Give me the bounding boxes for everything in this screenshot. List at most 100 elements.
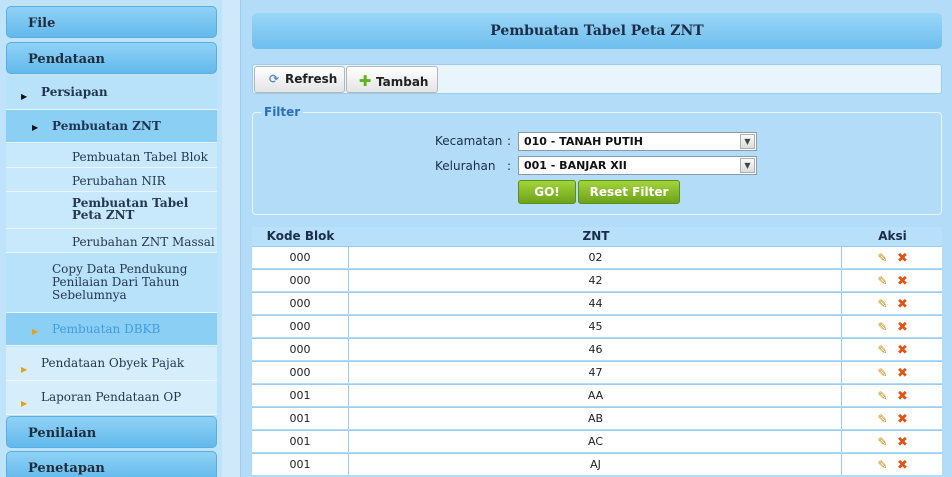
sidebar: File Pendataan ▶ Persiapan ▶ Pembuatan Z… [0,0,222,477]
edit-icon[interactable]: ✎ [876,297,890,311]
table-header: Kode Blok ZNT Aksi [252,227,942,246]
cell-kode-blok: 000 [252,316,349,337]
arrow-right-icon: ▶ [21,399,28,408]
cell-znt: 02 [350,247,842,268]
edit-icon[interactable]: ✎ [876,274,890,288]
sidebar-item-perubahan-nir[interactable]: Perubahan NIR [6,168,217,192]
delete-icon[interactable]: ✖ [896,366,910,381]
cell-znt: 46 [350,339,842,360]
tambah-button[interactable]: ✚ Tambah [346,66,438,93]
table-row: 001 AA ✎ ✖ [252,384,942,406]
header-znt: ZNT [582,229,610,243]
menu-penilaian[interactable]: Penilaian [6,416,217,448]
cell-aksi: ✎ ✖ [843,408,942,429]
table-row: 001 AC ✎ ✖ [252,430,942,452]
delete-icon[interactable]: ✖ [896,274,910,289]
plus-icon: ✚ [358,72,372,90]
table-row: 000 46 ✎ ✖ [252,338,942,360]
tambah-button-label: Tambah [376,75,429,89]
cell-aksi: ✎ ✖ [843,293,942,314]
cell-znt: AC [350,431,842,452]
edit-icon[interactable]: ✎ [876,458,890,472]
sidebar-item-pembuatan-tabel-blok[interactable]: Pembuatan Tabel Blok [6,144,217,168]
arrow-right-icon: ▶ [21,91,28,101]
cell-kode-blok: 000 [252,362,349,383]
submenu-pembuatan-znt-label: Pembuatan ZNT [52,119,161,133]
cell-aksi: ✎ ✖ [843,385,942,406]
submenu-persiapan[interactable]: ▶ Persiapan [6,76,217,110]
cell-aksi: ✎ ✖ [843,270,942,291]
header-kode-blok: Kode Blok [266,229,335,243]
cell-aksi: ✎ ✖ [843,339,942,360]
menu-penetapan[interactable]: Penetapan [6,451,217,477]
cell-kode-blok: 000 [252,339,349,360]
cell-aksi: ✎ ✖ [843,362,942,383]
header-aksi: Aksi [878,229,907,243]
submenu-laporan-pendataan-op-label: Laporan Pendataan OP [41,390,182,404]
refresh-button[interactable]: ⟳ Refresh [254,66,345,93]
menu-pendataan[interactable]: Pendataan [6,42,217,74]
menu-file[interactable]: File [6,6,217,38]
delete-icon[interactable]: ✖ [896,458,910,473]
edit-icon[interactable]: ✎ [876,251,890,265]
kecamatan-colon: : [507,134,512,148]
cell-kode-blok: 000 [252,293,349,314]
sidebar-item-pembuatan-tabel-peta-znt[interactable]: Pembuatan Tabel Peta ZNT [6,192,217,229]
table-row: 000 42 ✎ ✖ [252,269,942,291]
go-button[interactable]: GO! [518,180,576,204]
cell-kode-blok: 001 [252,431,349,452]
table-row: 001 AB ✎ ✖ [252,407,942,429]
kelurahan-value: 001 - BANJAR XII [524,159,627,172]
cell-znt: 42 [350,270,842,291]
main-panel: Pembuatan Tabel Peta ZNT ⟳ Refresh ✚ Tamba… [240,0,952,477]
edit-icon[interactable]: ✎ [876,389,890,403]
refresh-icon: ⟳ [268,72,280,86]
kelurahan-label: Kelurahan [435,159,496,173]
table-row: 000 02 ✎ ✖ [252,246,942,268]
delete-icon[interactable]: ✖ [896,320,910,335]
cell-znt: AJ [350,454,842,475]
filter-panel: Filter Kecamatan : 010 - TANAH PUTIH ▼ K… [252,105,942,215]
cell-aksi: ✎ ✖ [843,316,942,337]
delete-icon[interactable]: ✖ [896,297,910,312]
table-row: 000 47 ✎ ✖ [252,361,942,383]
filter-legend: Filter [261,105,304,119]
delete-icon[interactable]: ✖ [896,435,910,450]
table-row: 001 AJ ✎ ✖ [252,453,942,475]
edit-icon[interactable]: ✎ [876,435,890,449]
refresh-button-label: Refresh [285,72,338,86]
sidebar-item-copy-data[interactable]: Copy Data Pendukung Penilaian Dari Tahun… [6,253,217,313]
cell-aksi: ✎ ✖ [843,247,942,268]
submenu-pendataan-obyek-pajak-label: Pendataan Obyek Pajak [41,356,185,370]
cell-kode-blok: 001 [252,454,349,475]
toolbar: ⟳ Refresh ✚ Tambah [252,64,942,94]
kelurahan-select[interactable]: 001 - BANJAR XII ▼ [518,156,757,175]
submenu-pendataan-obyek-pajak[interactable]: ▶ Pendataan Obyek Pajak [6,347,217,381]
sidebar-item-perubahan-znt-massal[interactable]: Perubahan ZNT Massal [6,229,217,253]
chevron-down-icon: ▼ [740,158,755,173]
edit-icon[interactable]: ✎ [876,412,890,426]
submenu-pembuatan-dbkb-label: Pembuatan DBKB [52,322,161,336]
delete-icon[interactable]: ✖ [896,251,910,266]
cell-znt: 45 [350,316,842,337]
edit-icon[interactable]: ✎ [876,343,890,357]
edit-icon[interactable]: ✎ [876,366,890,380]
cell-znt: 47 [350,362,842,383]
table-row: 000 45 ✎ ✖ [252,315,942,337]
delete-icon[interactable]: ✖ [896,389,910,404]
kecamatan-select[interactable]: 010 - TANAH PUTIH ▼ [518,132,757,151]
submenu-laporan-pendataan-op[interactable]: ▶ Laporan Pendataan OP [6,381,217,415]
cell-kode-blok: 000 [252,270,349,291]
kecamatan-label: Kecamatan [435,134,503,148]
cell-znt: AB [350,408,842,429]
page-title: Pembuatan Tabel Peta ZNT [252,13,942,49]
cell-znt: 44 [350,293,842,314]
delete-icon[interactable]: ✖ [896,412,910,427]
cell-aksi: ✎ ✖ [843,431,942,452]
submenu-pembuatan-dbkb[interactable]: ▶ Pembuatan DBKB [6,313,217,346]
delete-icon[interactable]: ✖ [896,343,910,358]
table-row: 000 44 ✎ ✖ [252,292,942,314]
reset-filter-button[interactable]: Reset Filter [578,180,680,204]
submenu-pembuatan-znt[interactable]: ▶ Pembuatan ZNT [6,110,217,143]
edit-icon[interactable]: ✎ [876,320,890,334]
